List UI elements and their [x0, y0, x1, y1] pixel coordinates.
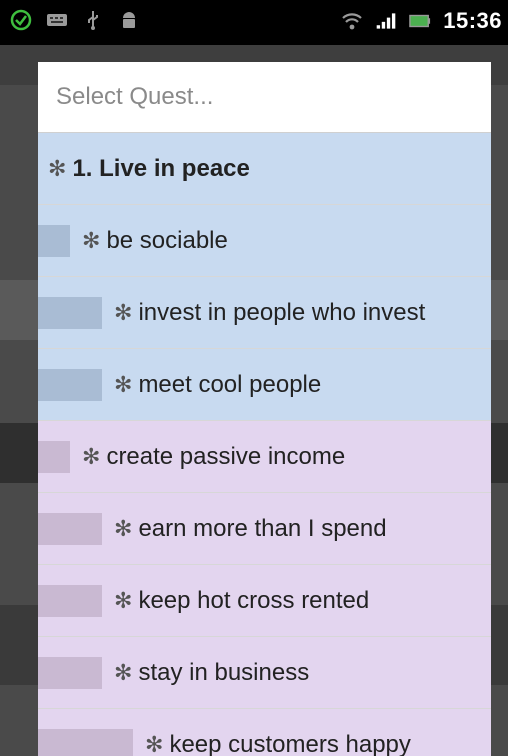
keyboard-icon	[46, 9, 68, 31]
indent-marker	[38, 584, 102, 617]
quest-item[interactable]: ✻ keep hot cross rented	[38, 565, 491, 637]
bullet-icon: ✻	[114, 515, 133, 541]
wifi-icon	[341, 10, 363, 32]
quest-item-label: keep customers happy	[169, 730, 411, 756]
quest-item[interactable]: ✻ keep customers happy	[38, 709, 491, 756]
quest-item[interactable]: ✻ meet cool people	[38, 349, 491, 421]
select-quest-placeholder: Select Quest...	[56, 83, 214, 110]
status-time: 15:36	[443, 8, 502, 33]
select-quest-field[interactable]: Select Quest...	[38, 62, 491, 133]
signal-icon	[375, 10, 397, 32]
indent-marker	[38, 368, 102, 401]
quest-item[interactable]: ✻ be sociable	[38, 205, 491, 277]
usb-icon	[82, 9, 104, 31]
select-quest-dialog: Select Quest... ✻ 1. Live in peace ✻ be soc…	[38, 62, 491, 756]
indent-marker	[38, 296, 102, 329]
status-right-icons: 15:36	[341, 8, 502, 34]
battery-icon	[409, 10, 431, 32]
indent-marker	[38, 512, 102, 545]
quest-item-label: meet cool people	[138, 370, 322, 398]
quest-item[interactable]: ✻ earn more than I spend	[38, 493, 491, 565]
quest-list: ✻ 1. Live in peace ✻ be sociable ✻ invest in …	[38, 133, 491, 756]
bullet-icon: ✻	[114, 659, 133, 685]
indent-marker	[38, 656, 102, 689]
bullet-icon: ✻	[114, 299, 133, 325]
quest-item-label: 1. Live in peace	[72, 154, 250, 182]
bullet-icon: ✻	[82, 443, 101, 469]
bullet-icon: ✻	[48, 155, 67, 181]
bullet-icon: ✻	[82, 227, 101, 253]
indent-marker	[38, 224, 70, 257]
quest-item[interactable]: ✻ 1. Live in peace	[38, 133, 491, 205]
check-circle-icon	[10, 9, 32, 31]
indent-marker	[38, 728, 133, 756]
quest-item-label: be sociable	[106, 226, 228, 254]
bullet-icon: ✻	[114, 587, 133, 613]
status-bar: 15:36	[0, 0, 508, 45]
quest-item[interactable]: ✻ stay in business	[38, 637, 491, 709]
quest-item-label: create passive income	[106, 442, 346, 470]
android-icon	[118, 9, 140, 31]
indent-marker	[38, 440, 70, 473]
bullet-icon: ✻	[114, 371, 133, 397]
quest-item-label: invest in people who invest	[138, 298, 426, 326]
quest-item[interactable]: ✻ create passive income	[38, 421, 491, 493]
quest-item[interactable]: ✻ invest in people who invest	[38, 277, 491, 349]
quest-item-label: stay in business	[138, 658, 310, 686]
bullet-icon: ✻	[145, 731, 164, 756]
status-left-icons	[10, 9, 140, 31]
quest-item-label: keep hot cross rented	[138, 586, 370, 614]
quest-item-label: earn more than I spend	[138, 514, 387, 542]
